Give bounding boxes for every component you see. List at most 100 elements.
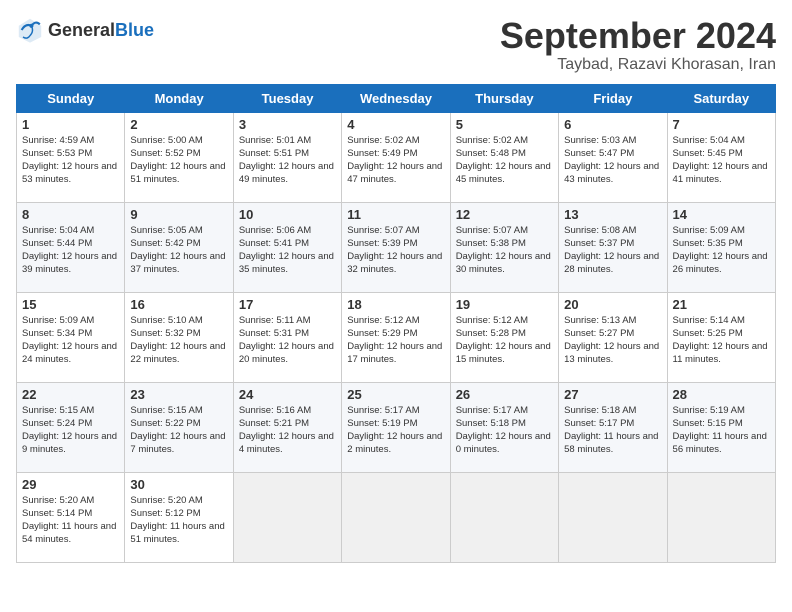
cell-info: Sunrise: 5:09 AMSunset: 5:34 PMDaylight:…: [22, 314, 119, 367]
cell-info: Sunrise: 5:10 AMSunset: 5:32 PMDaylight:…: [130, 314, 227, 367]
calendar-cell: 1 Sunrise: 4:59 AMSunset: 5:53 PMDaylight…: [17, 112, 125, 202]
cell-info: Sunrise: 5:07 AMSunset: 5:38 PMDaylight:…: [456, 224, 553, 277]
day-number: 23: [130, 387, 227, 402]
calendar-week-row: 15Sunrise: 5:09 AMSunset: 5:34 PMDayligh…: [17, 292, 776, 382]
day-number: 20: [564, 297, 661, 312]
col-wednesday: Wednesday: [342, 84, 450, 112]
col-tuesday: Tuesday: [233, 84, 341, 112]
col-thursday: Thursday: [450, 84, 558, 112]
calendar-cell: 13 Sunrise: 5:08 AMSunset: 5:37 PMDayligh…: [559, 202, 667, 292]
calendar-cell: 21Sunrise: 5:14 AMSunset: 5:25 PMDayligh…: [667, 292, 775, 382]
page-header: GeneralBlue September 2024 Taybad, Razav…: [16, 16, 776, 74]
calendar-cell: 3 Sunrise: 5:01 AMSunset: 5:51 PMDaylight…: [233, 112, 341, 202]
calendar-header-row: Sunday Monday Tuesday Wednesday Thursday…: [17, 84, 776, 112]
day-number: 16: [130, 297, 227, 312]
calendar-week-row: 1 Sunrise: 4:59 AMSunset: 5:53 PMDaylight…: [17, 112, 776, 202]
cell-info: Sunrise: 5:02 AMSunset: 5:49 PMDaylight:…: [347, 134, 444, 187]
calendar-week-row: 29 Sunrise: 5:20 AMSunset: 5:14 PMDayligh…: [17, 472, 776, 562]
cell-info: Sunrise: 5:04 AMSunset: 5:44 PMDaylight:…: [22, 224, 119, 277]
calendar-cell: 24 Sunrise: 5:16 AMSunset: 5:21 PMDayligh…: [233, 382, 341, 472]
calendar-table: Sunday Monday Tuesday Wednesday Thursday…: [16, 84, 776, 563]
day-number: 13: [564, 207, 661, 222]
cell-info: Sunrise: 5:12 AMSunset: 5:28 PMDaylight:…: [456, 314, 553, 367]
logo-icon: [16, 16, 44, 44]
day-number: 1: [22, 117, 119, 132]
day-number: 14: [673, 207, 770, 222]
cell-info: Sunrise: 5:08 AMSunset: 5:37 PMDaylight:…: [564, 224, 661, 277]
day-number: 24: [239, 387, 336, 402]
calendar-cell: 29 Sunrise: 5:20 AMSunset: 5:14 PMDayligh…: [17, 472, 125, 562]
cell-info: Sunrise: 5:12 AMSunset: 5:29 PMDaylight:…: [347, 314, 444, 367]
day-number: 25: [347, 387, 444, 402]
calendar-cell: 4 Sunrise: 5:02 AMSunset: 5:49 PMDaylight…: [342, 112, 450, 202]
location-subtitle: Taybad, Razavi Khorasan, Iran: [500, 56, 776, 74]
col-saturday: Saturday: [667, 84, 775, 112]
day-number: 8: [22, 207, 119, 222]
cell-info: Sunrise: 5:11 AMSunset: 5:31 PMDaylight:…: [239, 314, 336, 367]
calendar-cell: 12Sunrise: 5:07 AMSunset: 5:38 PMDayligh…: [450, 202, 558, 292]
cell-info: Sunrise: 5:17 AMSunset: 5:18 PMDaylight:…: [456, 404, 553, 457]
logo: GeneralBlue: [16, 16, 154, 44]
calendar-cell: 28 Sunrise: 5:19 AMSunset: 5:15 PMDayligh…: [667, 382, 775, 472]
cell-info: Sunrise: 5:18 AMSunset: 5:17 PMDaylight:…: [564, 404, 661, 457]
day-number: 18: [347, 297, 444, 312]
cell-info: Sunrise: 5:16 AMSunset: 5:21 PMDaylight:…: [239, 404, 336, 457]
cell-info: Sunrise: 5:13 AMSunset: 5:27 PMDaylight:…: [564, 314, 661, 367]
cell-info: Sunrise: 5:20 AMSunset: 5:14 PMDaylight:…: [22, 494, 119, 547]
day-number: 4: [347, 117, 444, 132]
calendar-cell: [342, 472, 450, 562]
month-title: September 2024: [500, 16, 776, 56]
calendar-cell: [233, 472, 341, 562]
calendar-cell: 25 Sunrise: 5:17 AMSunset: 5:19 PMDayligh…: [342, 382, 450, 472]
col-friday: Friday: [559, 84, 667, 112]
cell-info: Sunrise: 5:03 AMSunset: 5:47 PMDaylight:…: [564, 134, 661, 187]
cell-info: Sunrise: 5:07 AMSunset: 5:39 PMDaylight:…: [347, 224, 444, 277]
day-number: 19: [456, 297, 553, 312]
day-number: 6: [564, 117, 661, 132]
cell-info: Sunrise: 5:17 AMSunset: 5:19 PMDaylight:…: [347, 404, 444, 457]
calendar-week-row: 8 Sunrise: 5:04 AMSunset: 5:44 PMDaylight…: [17, 202, 776, 292]
cell-info: Sunrise: 5:01 AMSunset: 5:51 PMDaylight:…: [239, 134, 336, 187]
col-monday: Monday: [125, 84, 233, 112]
cell-info: Sunrise: 5:02 AMSunset: 5:48 PMDaylight:…: [456, 134, 553, 187]
calendar-cell: 11Sunrise: 5:07 AMSunset: 5:39 PMDayligh…: [342, 202, 450, 292]
calendar-cell: 2 Sunrise: 5:00 AMSunset: 5:52 PMDaylight…: [125, 112, 233, 202]
cell-info: Sunrise: 5:15 AMSunset: 5:24 PMDaylight:…: [22, 404, 119, 457]
day-number: 28: [673, 387, 770, 402]
day-number: 17: [239, 297, 336, 312]
day-number: 2: [130, 117, 227, 132]
cell-info: Sunrise: 5:06 AMSunset: 5:41 PMDaylight:…: [239, 224, 336, 277]
calendar-cell: 6 Sunrise: 5:03 AMSunset: 5:47 PMDaylight…: [559, 112, 667, 202]
cell-info: Sunrise: 5:05 AMSunset: 5:42 PMDaylight:…: [130, 224, 227, 277]
day-number: 5: [456, 117, 553, 132]
cell-info: Sunrise: 5:19 AMSunset: 5:15 PMDaylight:…: [673, 404, 770, 457]
calendar-cell: 22Sunrise: 5:15 AMSunset: 5:24 PMDayligh…: [17, 382, 125, 472]
calendar-cell: 27 Sunrise: 5:18 AMSunset: 5:17 PMDayligh…: [559, 382, 667, 472]
calendar-cell: 7 Sunrise: 5:04 AMSunset: 5:45 PMDaylight…: [667, 112, 775, 202]
cell-info: Sunrise: 4:59 AMSunset: 5:53 PMDaylight:…: [22, 134, 119, 187]
calendar-cell: 15Sunrise: 5:09 AMSunset: 5:34 PMDayligh…: [17, 292, 125, 382]
day-number: 26: [456, 387, 553, 402]
title-block: September 2024 Taybad, Razavi Khorasan, …: [500, 16, 776, 74]
calendar-cell: 17 Sunrise: 5:11 AMSunset: 5:31 PMDayligh…: [233, 292, 341, 382]
calendar-cell: 8 Sunrise: 5:04 AMSunset: 5:44 PMDaylight…: [17, 202, 125, 292]
cell-info: Sunrise: 5:09 AMSunset: 5:35 PMDaylight:…: [673, 224, 770, 277]
calendar-cell: 16 Sunrise: 5:10 AMSunset: 5:32 PMDayligh…: [125, 292, 233, 382]
logo-text: GeneralBlue: [48, 20, 154, 41]
day-number: 10: [239, 207, 336, 222]
cell-info: Sunrise: 5:14 AMSunset: 5:25 PMDaylight:…: [673, 314, 770, 367]
calendar-cell: 26 Sunrise: 5:17 AMSunset: 5:18 PMDayligh…: [450, 382, 558, 472]
calendar-cell: 10 Sunrise: 5:06 AMSunset: 5:41 PMDayligh…: [233, 202, 341, 292]
calendar-cell: 30Sunrise: 5:20 AMSunset: 5:12 PMDayligh…: [125, 472, 233, 562]
day-number: 3: [239, 117, 336, 132]
day-number: 7: [673, 117, 770, 132]
cell-info: Sunrise: 5:00 AMSunset: 5:52 PMDaylight:…: [130, 134, 227, 187]
calendar-cell: 9Sunrise: 5:05 AMSunset: 5:42 PMDaylight…: [125, 202, 233, 292]
calendar-cell: 20 Sunrise: 5:13 AMSunset: 5:27 PMDayligh…: [559, 292, 667, 382]
calendar-cell: 14 Sunrise: 5:09 AMSunset: 5:35 PMDayligh…: [667, 202, 775, 292]
day-number: 29: [22, 477, 119, 492]
calendar-cell: 23Sunrise: 5:15 AMSunset: 5:22 PMDayligh…: [125, 382, 233, 472]
col-sunday: Sunday: [17, 84, 125, 112]
cell-info: Sunrise: 5:04 AMSunset: 5:45 PMDaylight:…: [673, 134, 770, 187]
day-number: 27: [564, 387, 661, 402]
